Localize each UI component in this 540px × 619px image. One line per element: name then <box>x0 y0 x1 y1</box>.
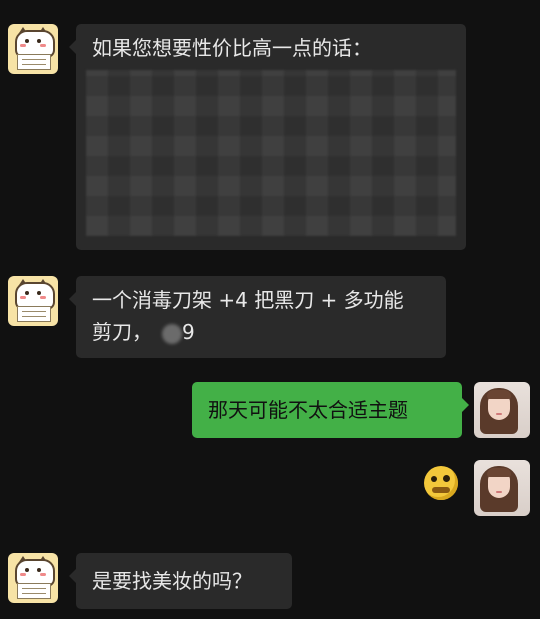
outgoing-message-bubble[interactable]: 那天可能不太合适主题 <box>192 382 469 438</box>
contact-avatar[interactable] <box>8 553 58 603</box>
message-bubble[interactable]: 是要找美妆的吗？ <box>69 553 292 609</box>
redacted-mark <box>162 323 182 344</box>
contact-avatar[interactable] <box>8 276 58 326</box>
message-text: 是要找美妆的吗？ <box>92 569 252 593</box>
blurred-image <box>86 70 456 236</box>
user-avatar[interactable] <box>474 460 530 516</box>
contact-avatar[interactable] <box>8 24 58 74</box>
message-text-tail: 9 <box>182 320 195 344</box>
message-text-line: 一个消毒刀架 +4 把黑刀 + 多功能 <box>92 288 404 312</box>
message-bubble[interactable]: 如果您想要性价比高一点的话： <box>69 24 466 250</box>
user-avatar[interactable] <box>474 382 530 438</box>
message-text: 那天可能不太合适主题 <box>208 398 408 422</box>
message-bubble[interactable]: 一个消毒刀架 +4 把黑刀 + 多功能 剪刀， 9 <box>69 276 446 358</box>
message-text: 如果您想要性价比高一点的话： <box>92 36 372 60</box>
message-text-line: 剪刀， <box>92 320 152 344</box>
emoji-sticker[interactable] <box>424 466 458 500</box>
